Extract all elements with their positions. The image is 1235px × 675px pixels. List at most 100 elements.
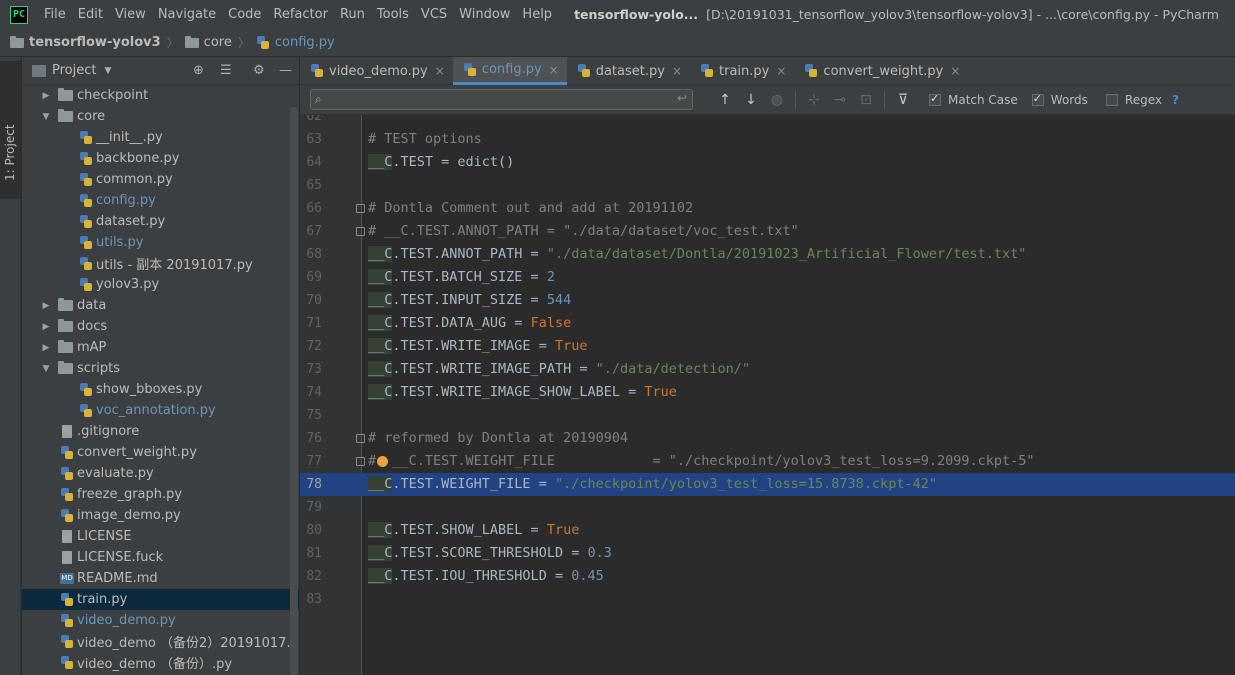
code-line[interactable]: 71 __C.TEST.DATA_AUG = False (300, 312, 1235, 335)
close-tab-icon[interactable]: × (776, 64, 786, 78)
tree-file[interactable]: video_demo.py (22, 610, 299, 631)
tree-file[interactable]: evaluate.py (22, 463, 299, 484)
close-tab-icon[interactable]: × (549, 63, 559, 77)
code-line[interactable]: 75 (300, 404, 1235, 427)
tree-file[interactable]: video_demo （备份）.py (22, 652, 299, 673)
search-history-icon[interactable]: ↩ (677, 91, 687, 105)
tree-folder[interactable]: ▶ mAP (22, 337, 299, 358)
breadcrumb-file[interactable]: config.py (256, 35, 335, 50)
tree-file[interactable]: freeze_graph.py (22, 484, 299, 505)
menu-vcs[interactable]: VCS (415, 7, 453, 22)
match-case-checkbox[interactable] (929, 92, 941, 106)
editor-tab[interactable]: convert_weight.py × (794, 57, 968, 85)
find-all-icon[interactable]: ◍ (769, 92, 785, 108)
tree-folder[interactable]: ▶ checkpoint (22, 85, 299, 106)
code-line[interactable]: 76 # reformed by Dontla at 20190904 (300, 427, 1235, 450)
fold-marker-icon[interactable] (356, 434, 365, 443)
select-all-occurrences-icon[interactable]: ⊡ (858, 92, 874, 108)
previous-occurrence-icon[interactable]: ↑ (717, 92, 733, 108)
tree-file[interactable]: convert_weight.py (22, 442, 299, 463)
editor-tab[interactable]: dataset.py × (567, 57, 690, 85)
menu-help[interactable]: Help (516, 7, 558, 22)
tree-file[interactable]: dataset.py (22, 211, 299, 232)
chevron-right-icon[interactable]: ▶ (40, 301, 52, 311)
tree-file[interactable]: backbone.py (22, 148, 299, 169)
tree-file[interactable]: image_demo.py (22, 505, 299, 526)
match-case-option[interactable]: Match Case (929, 92, 1018, 107)
tree-file[interactable]: show_bboxes.py (22, 379, 299, 400)
tree-folder[interactable]: ▶ docs (22, 316, 299, 337)
close-tab-icon[interactable]: × (672, 64, 682, 78)
menu-tools[interactable]: Tools (371, 7, 415, 22)
tree-file[interactable]: video_demo （备份2）20191017.py (22, 631, 299, 652)
tree-folder[interactable]: ▼ core (22, 106, 299, 127)
hide-panel-icon[interactable]: — (279, 63, 292, 78)
code-line[interactable]: 63 # TEST options (300, 128, 1235, 151)
regex-help-link[interactable]: ? (1172, 93, 1179, 107)
project-panel-title[interactable]: Project (52, 63, 96, 78)
tree-file[interactable]: voc_annotation.py (22, 400, 299, 421)
tree-file[interactable]: LICENSE.fuck (22, 547, 299, 568)
tree-folder[interactable]: ▼ scripts (22, 358, 299, 379)
code-line[interactable]: 83 (300, 588, 1235, 611)
menu-refactor[interactable]: Refactor (267, 7, 334, 22)
code-line[interactable]: 79 (300, 496, 1235, 519)
menu-run[interactable]: Run (334, 7, 371, 22)
chevron-right-icon[interactable]: ▶ (40, 322, 52, 332)
tree-file[interactable]: common.py (22, 169, 299, 190)
regex-option[interactable]: Regex (1105, 93, 1162, 107)
tree-file[interactable]: yolov3.py (22, 274, 299, 295)
project-scrollbar[interactable] (290, 107, 298, 675)
code-line[interactable]: 66 # Dontla Comment out and add at 201911… (300, 197, 1235, 220)
close-tab-icon[interactable]: × (950, 64, 960, 78)
chevron-down-icon[interactable]: ▼ (104, 66, 111, 76)
tree-file[interactable]: .gitignore (22, 421, 299, 442)
editor-tab[interactable]: train.py × (690, 57, 794, 85)
search-input[interactable] (331, 91, 675, 108)
code-line[interactable]: 80 __C.TEST.SHOW_LABEL = True (300, 519, 1235, 542)
remove-selection-icon[interactable]: ⊸ (832, 92, 848, 108)
chevron-right-icon[interactable]: ▶ (40, 343, 52, 353)
chevron-down-icon[interactable]: ▼ (40, 364, 52, 374)
next-occurrence-icon[interactable]: ↓ (743, 92, 759, 108)
code-line[interactable]: 64 __C.TEST = edict() (300, 151, 1235, 174)
tree-file[interactable]: LICENSE (22, 526, 299, 547)
menu-code[interactable]: Code (222, 7, 267, 22)
breadcrumb-folder[interactable]: core (184, 35, 232, 50)
gear-icon[interactable]: ⚙ (253, 63, 265, 78)
code-line[interactable]: 72 __C.TEST.WRITE_IMAGE = True (300, 335, 1235, 358)
code-line[interactable]: 81 __C.TEST.SCORE_THRESHOLD = 0.3 (300, 542, 1235, 565)
fold-marker-icon[interactable] (356, 204, 365, 213)
add-selection-icon[interactable]: ⊹ (806, 92, 822, 108)
code-line[interactable]: 73 __C.TEST.WRITE_IMAGE_PATH = "./data/de… (300, 358, 1235, 381)
tree-file[interactable]: __init__.py (22, 127, 299, 148)
tree-file[interactable]: utils.py (22, 232, 299, 253)
tree-file[interactable]: README.md (22, 568, 299, 589)
project-tool-window-tab[interactable]: 1: Project (0, 61, 21, 199)
menu-navigate[interactable]: Navigate (152, 7, 222, 22)
tree-file[interactable]: train.py (22, 589, 299, 610)
editor-tab[interactable]: config.py × (452, 57, 567, 85)
menu-edit[interactable]: Edit (72, 7, 109, 22)
fold-marker-icon[interactable] (356, 227, 365, 236)
tree-folder[interactable]: ▶ data (22, 295, 299, 316)
tree-file[interactable]: utils - 副本 20191017.py (22, 253, 299, 274)
code-line[interactable]: 82 __C.TEST.IOU_THRESHOLD = 0.45 (300, 565, 1235, 588)
collapse-all-icon[interactable]: ☰ (220, 63, 232, 78)
chevron-right-icon[interactable]: ▶ (40, 91, 52, 101)
regex-checkbox[interactable] (1105, 93, 1118, 106)
chevron-down-icon[interactable]: ▼ (40, 112, 52, 122)
code-line-current[interactable]: 78 __C.TEST.WEIGHT_FILE = "./checkpoint/y… (300, 473, 1235, 496)
code-line[interactable]: 67 # __C.TEST.ANNOT_PATH = "./data/datase… (300, 220, 1235, 243)
breadcrumb-project[interactable]: tensorflow-yolov3 (10, 35, 161, 50)
code-editor[interactable]: 62 63 # TEST options 64 __C.TEST = edict() 65… (300, 115, 1235, 675)
code-line[interactable]: 62 (300, 115, 1235, 128)
locate-file-icon[interactable]: ⊕ (193, 63, 204, 78)
words-option[interactable]: Words (1031, 92, 1088, 107)
code-line[interactable]: 70 __C.TEST.INPUT_SIZE = 544 (300, 289, 1235, 312)
menu-window[interactable]: Window (453, 7, 516, 22)
words-checkbox[interactable] (1031, 92, 1044, 106)
fold-marker-icon[interactable] (356, 457, 365, 466)
menu-view[interactable]: View (109, 7, 152, 22)
code-line[interactable]: 68 __C.TEST.ANNOT_PATH = "./data/dataset/… (300, 243, 1235, 266)
